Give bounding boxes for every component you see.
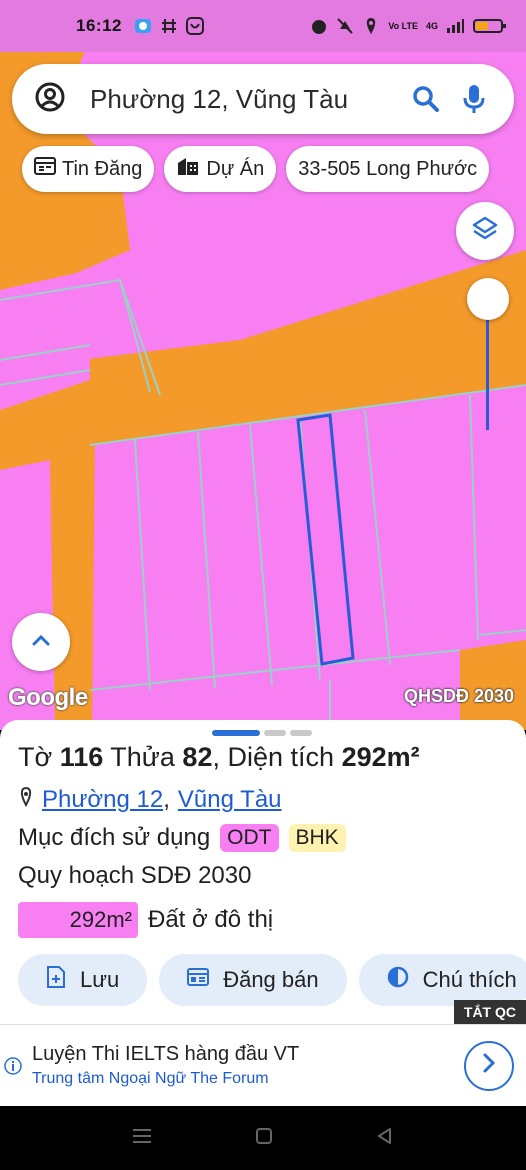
ad-open-button[interactable] <box>464 1040 514 1091</box>
zone-left-top <box>0 270 90 410</box>
status-time: 16:12 <box>76 16 122 35</box>
city-link[interactable]: Vũng Tàu <box>178 786 282 814</box>
parcel-info-sheet: Tờ 116 Thửa 82, Diện tích 292m² Phường 1… <box>0 720 526 1030</box>
page-dot-1[interactable] <box>212 730 260 736</box>
page-indicator[interactable] <box>212 730 312 736</box>
sheet-label: Tờ <box>18 742 53 772</box>
back-nav-icon[interactable] <box>375 1126 395 1151</box>
battery-icon <box>472 17 508 35</box>
location-line: Phường 12, Vũng Tàu <box>18 786 282 814</box>
save-button[interactable]: Lưu <box>18 954 148 1006</box>
page-dot-2[interactable] <box>264 730 286 736</box>
ad-banner[interactable]: Luyện Thi IELTS hàng đầu VT Trung tâm Ng… <box>0 1024 526 1106</box>
legend-button[interactable]: Chú thích <box>358 954 526 1006</box>
google-attribution: Google <box>8 684 88 711</box>
map-layer-tag: QHSDĐ 2030 <box>403 686 514 706</box>
home-nav-icon[interactable] <box>254 1126 274 1151</box>
ad-info-icon[interactable] <box>0 1056 26 1075</box>
buildings-icon <box>176 155 200 183</box>
land-use-line: Mục đích sử dụng ODT BHK <box>18 824 346 852</box>
ad-subtitle: Trung tâm Ngoại Ngữ The Forum <box>32 1070 269 1087</box>
chip-label: Dự Án <box>206 157 265 180</box>
post-sale-label: Đăng bán <box>223 967 319 992</box>
filter-chips: Tin Đăng Dự Án 33-505 Long Phước <box>22 146 490 192</box>
chip-du-an[interactable]: Dự Án <box>164 146 277 192</box>
volte-indicator: Vo LTE <box>388 20 418 31</box>
area-label: Diện tích <box>227 742 335 772</box>
save-icon <box>46 966 66 994</box>
menu-nav-icon[interactable] <box>131 1127 153 1150</box>
location-icon <box>362 17 380 35</box>
legend-label: Chú thích <box>422 967 517 992</box>
layers-button[interactable] <box>456 202 514 260</box>
search-input[interactable]: Phường 12, Vũng Tàu <box>90 84 396 115</box>
status-bar: 16:12 Vo LTE 4G <box>0 0 526 52</box>
post-sale-button[interactable]: Đăng bán <box>159 954 347 1006</box>
purpose-label: Mục đích sử dụng <box>18 824 211 851</box>
chevron-right-icon <box>481 1052 497 1079</box>
contrast-icon <box>387 966 409 994</box>
parcel-title: Tờ 116 Thửa 82, Diện tích 292m² <box>18 742 420 772</box>
signal-icon <box>446 17 464 35</box>
expand-sheet-button[interactable] <box>12 613 70 671</box>
plot-label: Thửa <box>110 742 175 772</box>
sheet-number: 116 <box>59 742 104 772</box>
area-value: 292m² <box>341 742 420 772</box>
chip-label: Tin Đăng <box>62 157 143 180</box>
grid-app-icon <box>160 17 178 35</box>
ward-link[interactable]: Phường 12 <box>42 786 163 814</box>
system-nav-bar <box>0 1106 526 1170</box>
ad-title: Luyện Thi IELTS hàng đầu VT <box>32 1043 300 1065</box>
alarm-icon <box>310 17 328 35</box>
chip-tin-dang[interactable]: Tin Đăng <box>22 146 155 192</box>
mute-icon <box>336 17 354 35</box>
messenger-app-icon <box>185 17 204 35</box>
plan-use: Đất ở đô thị <box>148 906 274 933</box>
chip-location-code[interactable]: 33-505 Long Phước <box>286 146 490 192</box>
mic-icon[interactable] <box>456 81 492 117</box>
layers-icon <box>471 215 499 248</box>
plan-label: Quy hoạch SDĐ 2030 <box>18 862 252 889</box>
ad-texts: Luyện Thi IELTS hàng đầu VT Trung tâm Ng… <box>26 1043 464 1088</box>
plan-area-line: 292m² Đất ở đô thị <box>18 902 273 938</box>
plot-number: 82 <box>182 742 213 772</box>
purpose-badge-bhk: BHK <box>288 824 346 852</box>
listing-icon <box>34 156 56 182</box>
hide-ads-button[interactable]: TẮT QC <box>453 1000 526 1024</box>
account-icon[interactable] <box>34 81 66 118</box>
chip-label: 33-505 Long Phước <box>298 157 478 180</box>
calendar-icon <box>187 967 210 993</box>
page-dot-3[interactable] <box>290 730 312 736</box>
chat-app-icon <box>134 17 152 35</box>
opacity-slider-thumb[interactable] <box>467 278 509 320</box>
purpose-badge-odt: ODT <box>220 824 279 852</box>
search-bar[interactable]: Phường 12, Vũng Tàu <box>12 64 514 134</box>
save-label: Lưu <box>80 967 120 992</box>
location-pin-icon <box>18 786 34 814</box>
chevron-up-icon <box>31 633 51 652</box>
plan-area-swatch: 292m² <box>18 902 138 938</box>
network-type: 4G <box>425 20 438 31</box>
search-icon[interactable] <box>408 81 444 117</box>
action-buttons: Lưu Đăng bán Chú thích <box>18 954 526 1006</box>
